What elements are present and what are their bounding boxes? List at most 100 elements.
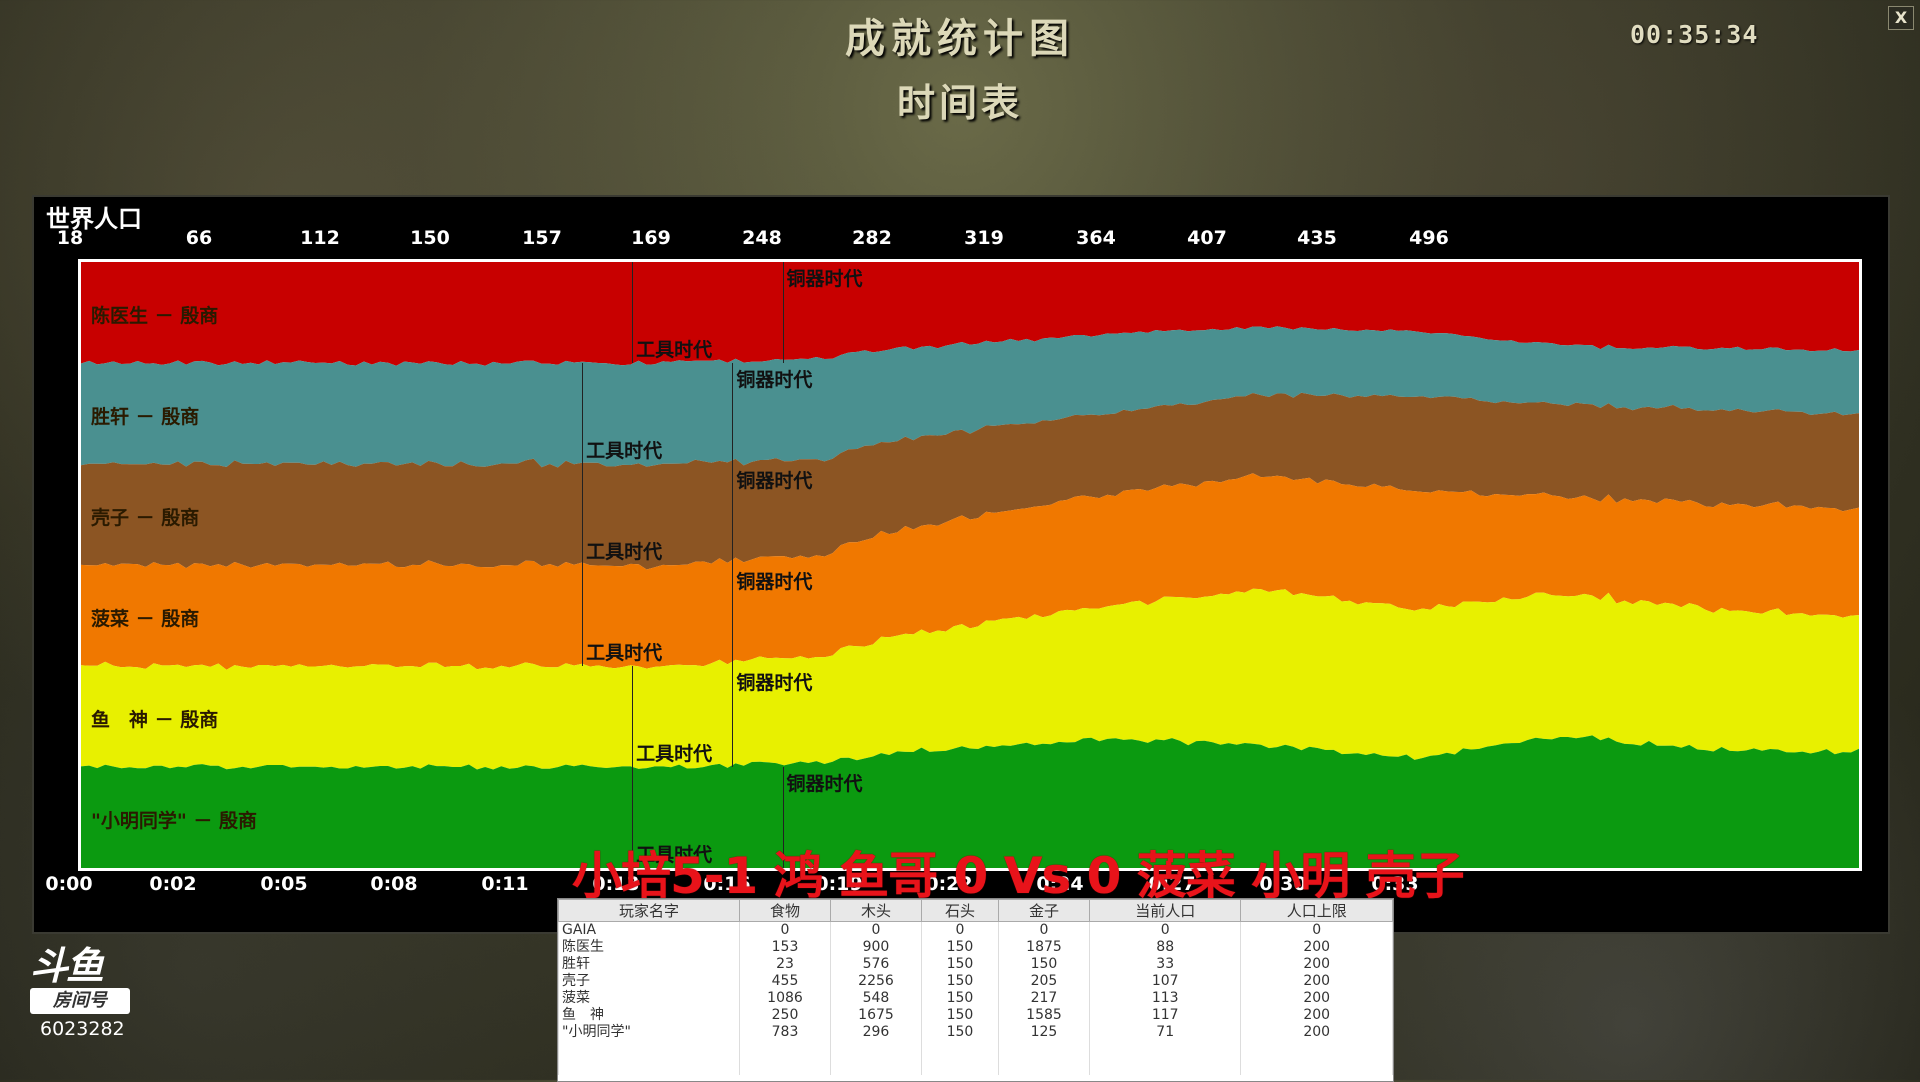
series-label: "小明同学" － 殷商: [91, 809, 258, 832]
empty-cell: [558, 1041, 740, 1058]
stats-row: 菠菜 1086 548 150 217 113 200: [558, 990, 1393, 1007]
top-axis-tick: 364: [1076, 227, 1116, 249]
tool-age-line: [632, 666, 634, 767]
bronze-age-line: [732, 666, 734, 767]
bronze-age-line: [782, 262, 784, 363]
stats-row: GAIA 0 0 0 0 0 0: [558, 921, 1393, 939]
stats-value-cell: 1675: [829, 1007, 922, 1024]
stats-value-cell: 200: [1240, 956, 1393, 973]
stats-value-cell: 150: [920, 990, 999, 1007]
empty-cell: [997, 1058, 1090, 1075]
close-button[interactable]: X: [1888, 6, 1914, 30]
series-label: 鱼 神 － 殷商: [91, 708, 219, 731]
stats-value-cell: 576: [829, 956, 922, 973]
stats-column-header[interactable]: 木头: [829, 899, 922, 922]
stats-column-header[interactable]: 金子: [997, 899, 1090, 922]
tool-age-line: [582, 363, 584, 464]
bronze-age-label: 铜器时代: [786, 268, 863, 290]
stats-row: 胜轩 23 576 150 150 33 200: [558, 956, 1393, 973]
stats-header-row: 玩家名字 食物 木头 石头 金子 当前人口 人口上限: [558, 899, 1393, 922]
top-axis-tick: 18: [56, 227, 84, 249]
stats-value-cell: 205: [997, 973, 1090, 990]
stats-value-cell: 217: [997, 990, 1090, 1007]
stats-value-cell: 0: [1240, 921, 1393, 939]
bronze-age-label: 铜器时代: [786, 773, 863, 795]
stats-column-header[interactable]: 玩家名字: [558, 899, 740, 922]
stats-value-cell: 0: [829, 921, 922, 939]
game-clock: 00:35:34: [1630, 20, 1759, 49]
stats-value-cell: 113: [1088, 990, 1242, 1007]
stats-value-cell: 117: [1088, 1007, 1242, 1024]
empty-cell: [739, 1058, 831, 1075]
stats-value-cell: 1585: [997, 1007, 1090, 1024]
stats-column-header[interactable]: 食物: [739, 899, 831, 922]
stats-value-cell: 200: [1240, 1007, 1393, 1024]
stats-value-cell: 1086: [739, 990, 831, 1007]
stats-value-cell: 107: [1088, 973, 1242, 990]
top-axis-tick: 319: [964, 227, 1004, 249]
stats-value-cell: 783: [739, 1024, 831, 1041]
stats-column-header[interactable]: 石头: [920, 899, 999, 922]
player-name-cell: 壳子: [558, 973, 740, 990]
population-area-chart: [81, 262, 1859, 868]
series-label: 菠菜 － 殷商: [91, 607, 200, 630]
empty-cell: [829, 1041, 922, 1058]
stats-value-cell: 23: [739, 956, 831, 973]
stats-column-header[interactable]: 当前人口: [1088, 899, 1242, 922]
stats-value-cell: 71: [1088, 1024, 1242, 1041]
stats-value-cell: 200: [1240, 1024, 1393, 1041]
top-axis-tick: 407: [1187, 227, 1227, 249]
stats-value-cell: 125: [997, 1024, 1090, 1041]
tool-age-label: 工具时代: [586, 440, 663, 462]
page-subtitle: 时间表: [896, 80, 1023, 125]
empty-cell: [1088, 1058, 1242, 1075]
room-number: 6023282: [40, 1018, 125, 1040]
stats-value-cell: 2256: [829, 973, 922, 990]
player-stats-table: 玩家名字 食物 木头 石头 金子 当前人口 人口上限 GAIA 0 0 0 0 0 0 陈医生 153 900…: [557, 898, 1394, 1082]
stats-value-cell: 0: [920, 921, 999, 939]
room-label: 房间号: [30, 988, 130, 1014]
empty-cell: [920, 1041, 999, 1058]
douyu-logo: 斗鱼 房间号 6023282: [30, 944, 140, 1040]
stats-column-header[interactable]: 人口上限: [1240, 899, 1393, 922]
bottom-axis-tick: 0:11: [481, 873, 529, 895]
stats-value-cell: 250: [739, 1007, 831, 1024]
stats-value-cell: 200: [1240, 990, 1393, 1007]
series-label: 陈医生 － 殷商: [91, 304, 219, 327]
empty-cell: [739, 1041, 831, 1058]
stats-value-cell: 88: [1088, 939, 1242, 956]
top-axis-tick: 169: [631, 227, 671, 249]
bronze-age-line: [732, 464, 734, 565]
bronze-age-label: 铜器时代: [736, 571, 813, 593]
top-axis-tick: 66: [185, 227, 213, 249]
tool-age-line: [582, 565, 584, 666]
stats-row: "小明同学" 783 296 150 125 71 200: [558, 1024, 1393, 1041]
population-chart-panel: 世界人口 18 66 112 150 157 169 248 282 319 364 407 435 4…: [32, 195, 1890, 934]
chart-plot-area: 陈医生 － 殷商 工具时代 铜器时代 胜轩 － 殷商 工具时代 铜器时代 壳子 － 殷商 工具…: [78, 259, 1862, 871]
empty-cell: [920, 1058, 999, 1075]
stats-value-cell: 150: [920, 973, 999, 990]
bronze-age-label: 铜器时代: [736, 470, 813, 492]
bronze-age-label: 铜器时代: [736, 369, 813, 391]
stats-value-cell: 0: [739, 921, 831, 939]
empty-cell: [558, 1058, 740, 1075]
empty-cell: [1088, 1041, 1242, 1058]
bottom-axis-tick: 0:02: [149, 873, 197, 895]
empty-cell: [1240, 1041, 1393, 1058]
bottom-axis-tick: 0:05: [260, 873, 308, 895]
bottom-axis-tick: 0:08: [370, 873, 418, 895]
series-label: 壳子 － 殷商: [91, 506, 200, 529]
stats-value-cell: 150: [920, 1007, 999, 1024]
empty-cell: [1240, 1058, 1393, 1075]
stats-value-cell: 1875: [997, 939, 1090, 956]
douyu-logo-mark: 斗鱼: [30, 944, 104, 988]
bronze-age-line: [732, 363, 734, 464]
bottom-axis-tick: 0:00: [45, 873, 93, 895]
bronze-age-line: [732, 565, 734, 666]
top-axis-tick: 496: [1409, 227, 1449, 249]
series-label: 胜轩 － 殷商: [91, 405, 200, 428]
top-axis-tick: 435: [1297, 227, 1337, 249]
stats-value-cell: 900: [829, 939, 922, 956]
empty-row: [558, 1041, 1393, 1058]
stats-value-cell: 455: [739, 973, 831, 990]
